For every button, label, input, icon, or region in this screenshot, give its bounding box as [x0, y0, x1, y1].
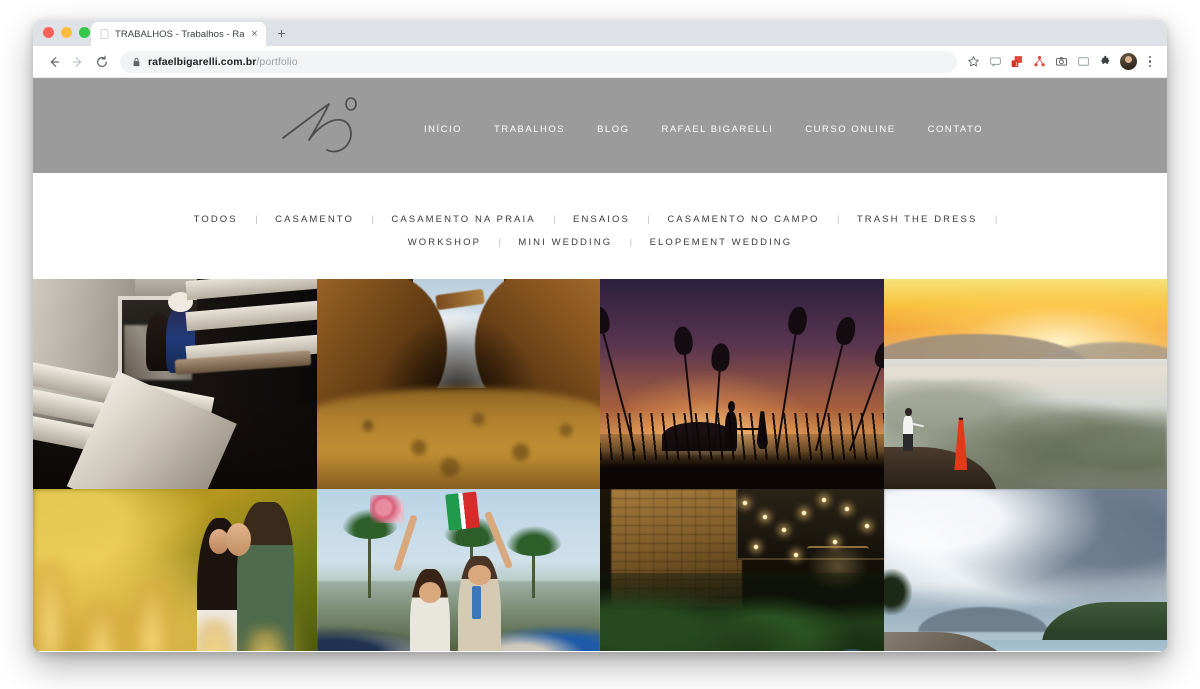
nav-item-curso-online[interactable]: CURSO ONLINE	[789, 118, 911, 141]
photo-night-venue-string-lights	[600, 489, 884, 651]
close-window-button[interactable]	[43, 27, 54, 38]
filter-separator: |	[498, 237, 501, 248]
chat-bubble-icon[interactable]	[985, 51, 1006, 72]
window-controls	[43, 27, 90, 38]
filter-separator: |	[994, 214, 998, 225]
new-tab-button[interactable]: +	[273, 25, 290, 42]
gallery-item[interactable]	[33, 279, 317, 489]
site-navigation: INÍCIO TRABALHOS BLOG RAFAEL BIGARELLI C…	[408, 118, 999, 141]
nav-item-blog[interactable]: BLOG	[581, 118, 645, 141]
page-viewport: INÍCIO TRABALHOS BLOG RAFAEL BIGARELLI C…	[33, 78, 1167, 651]
share-network-icon[interactable]	[1029, 51, 1050, 72]
gallery-item[interactable]	[316, 489, 600, 651]
forward-button[interactable]	[66, 50, 90, 74]
cast-icon[interactable]	[1073, 51, 1094, 72]
filter-separator: |	[647, 214, 650, 225]
browser-window: TRABALHOS - Trabalhos - Raf × + rafaelbi…	[33, 20, 1167, 652]
url-domain: rafaelbigarelli.com.br	[148, 55, 257, 68]
filter-ensaios[interactable]: ENSAIOS	[571, 214, 632, 225]
tab-strip: TRABALHOS - Trabalhos - Raf × +	[33, 20, 1167, 46]
filter-trash-the-dress[interactable]: TRASH THE DRESS	[855, 214, 980, 225]
tab-favicon-icon	[99, 29, 110, 40]
url-text: rafaelbigarelli.com.br/portfolio	[148, 56, 298, 68]
photo-cliff-couple-misty-valley	[883, 279, 1167, 489]
filter-separator: |	[836, 214, 840, 225]
filter-mini-wedding[interactable]: MINI WEDDING	[516, 237, 614, 248]
site-header: INÍCIO TRABALHOS BLOG RAFAEL BIGARELLI C…	[33, 78, 1167, 173]
filter-todos[interactable]: TODOS	[192, 214, 240, 225]
three-dot-menu-icon[interactable]	[1141, 51, 1159, 72]
camera-icon[interactable]	[1051, 51, 1072, 72]
portfolio-filter-bar: TODOS | CASAMENTO | CASAMENTO NA PRAIA |…	[33, 173, 1167, 279]
minimize-window-button[interactable]	[61, 27, 72, 38]
profile-avatar[interactable]	[1120, 53, 1137, 70]
filter-separator: |	[371, 214, 374, 225]
photo-beach-wedding-celebration	[316, 489, 600, 651]
toolbar-icon-group: 1	[963, 51, 1159, 72]
photo-attic-window-couple	[33, 279, 317, 489]
browser-tab[interactable]: TRABALHOS - Trabalhos - Raf ×	[91, 22, 266, 46]
filter-workshop[interactable]: WORKSHOP	[406, 237, 483, 248]
nav-item-contato[interactable]: CONTATO	[912, 118, 999, 141]
gallery-item[interactable]	[33, 489, 317, 651]
url-path: /portfolio	[256, 55, 298, 68]
gallery-item[interactable]	[600, 489, 884, 651]
bookmark-star-icon[interactable]	[963, 51, 984, 72]
secure-lock-icon	[132, 57, 141, 67]
filter-separator: |	[629, 237, 633, 248]
close-tab-icon[interactable]: ×	[249, 28, 260, 40]
red-extension-icon[interactable]: 1	[1007, 51, 1028, 72]
maximize-window-button[interactable]	[79, 27, 90, 38]
filter-casamento[interactable]: CASAMENTO	[273, 214, 356, 225]
filter-row-1: TODOS | CASAMENTO | CASAMENTO NA PRAIA |…	[33, 207, 1167, 230]
filter-casamento-na-praia[interactable]: CASAMENTO NA PRAIA	[389, 214, 537, 225]
reload-button[interactable]	[90, 50, 114, 74]
filter-elopement-wedding[interactable]: ELOPEMENT WEDDING	[648, 237, 795, 248]
browser-toolbar: rafaelbigarelli.com.br/portfolio 1	[33, 46, 1167, 78]
nav-item-rafael-bigarelli[interactable]: RAFAEL BIGARELLI	[645, 118, 789, 141]
photo-amber-rocks-sky-gap	[316, 279, 600, 489]
photo-golden-field-couple	[33, 489, 317, 651]
gallery-item[interactable]	[883, 489, 1167, 651]
gallery-item[interactable]	[316, 279, 600, 489]
portfolio-gallery	[33, 279, 1167, 651]
nav-item-trabalhos[interactable]: TRABALHOS	[478, 118, 581, 141]
svg-text:1: 1	[1015, 61, 1018, 67]
filter-casamento-no-campo[interactable]: CASAMENTO NO CAMPO	[665, 214, 821, 225]
site-logo[interactable]	[243, 83, 423, 169]
nav-item-inicio[interactable]: INÍCIO	[408, 118, 478, 141]
tab-title: TRABALHOS - Trabalhos - Raf	[115, 28, 244, 40]
address-bar[interactable]: rafaelbigarelli.com.br/portfolio	[120, 50, 957, 73]
photo-sunset-agave-silhouette	[600, 279, 884, 489]
back-button[interactable]	[42, 50, 66, 74]
extensions-puzzle-icon[interactable]	[1095, 51, 1116, 72]
filter-row-2: WORKSHOP | MINI WEDDING | ELOPEMENT WEDD…	[33, 230, 1167, 253]
gallery-item[interactable]	[600, 279, 884, 489]
gallery-item[interactable]	[883, 279, 1167, 489]
filter-separator: |	[553, 214, 556, 225]
photo-coastal-seascape-boat	[883, 489, 1167, 651]
filter-separator: |	[255, 214, 258, 225]
